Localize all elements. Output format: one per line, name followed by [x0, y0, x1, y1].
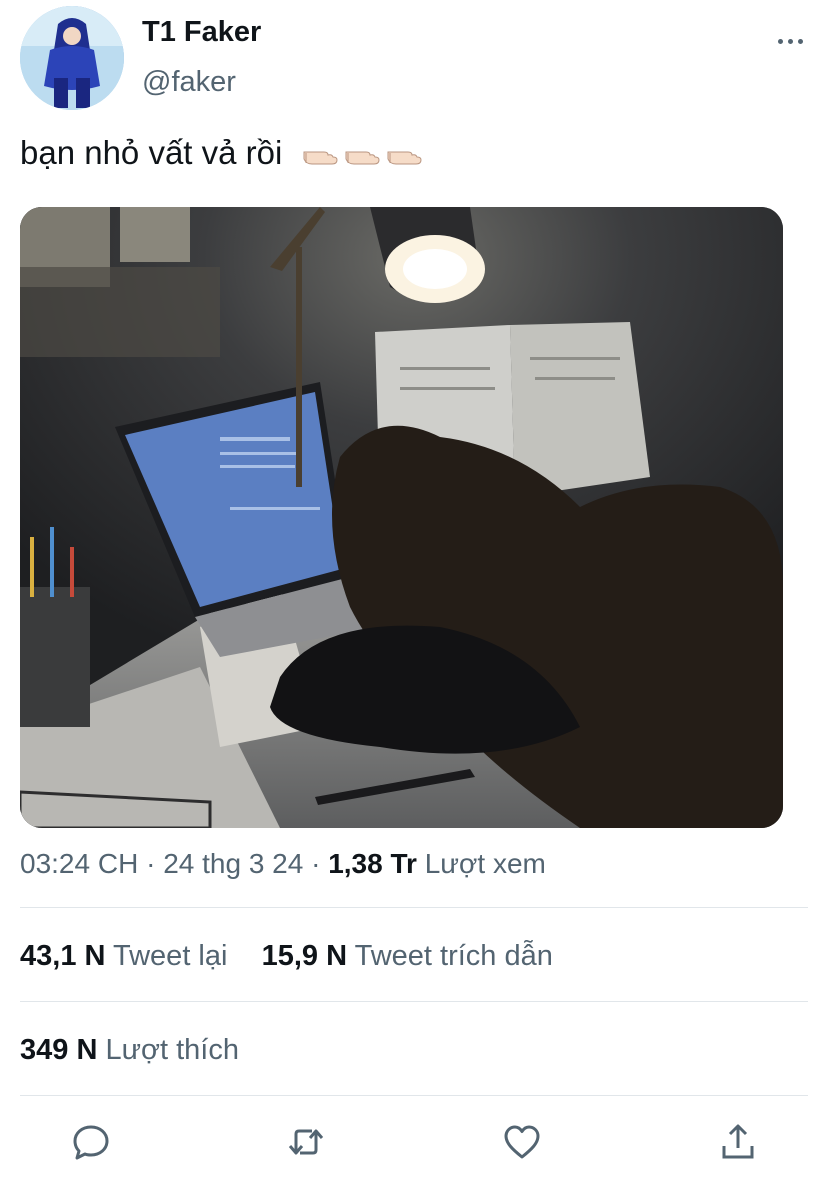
pointing-hand-emoji — [345, 151, 380, 165]
likes-stat[interactable]: 349 N Lượt thích — [20, 1034, 239, 1067]
tweet-meta: 03:24 CH · 24 thg 3 24 · 1,38 Tr Lượt xe… — [20, 848, 546, 880]
author-handle[interactable]: @faker — [142, 66, 236, 99]
divider — [20, 907, 808, 908]
divider — [20, 1001, 808, 1002]
likes-label: Lượt thích — [105, 1034, 239, 1066]
retweet-icon — [288, 1129, 324, 1155]
share-button[interactable] — [716, 1120, 760, 1164]
retweet-button[interactable] — [284, 1120, 328, 1164]
tweet-text-container: bạn nhỏ vất vả rồi — [20, 134, 424, 172]
quotes-stat[interactable]: 15,9 N Tweet trích dẫn — [262, 940, 553, 972]
tweet-header: T1 Faker @faker — [20, 6, 810, 114]
likes-count: 349 N — [20, 1034, 98, 1066]
meta-separator: · — [146, 848, 156, 879]
quotes-label: Tweet trích dẫn — [354, 940, 553, 972]
pointing-hand-emoji — [303, 151, 338, 165]
pointing-hand-emoji — [387, 151, 422, 165]
views-count: 1,38 Tr — [328, 848, 417, 879]
share-icon — [722, 1124, 754, 1159]
retweets-stat[interactable]: 43,1 N Tweet lại — [20, 940, 236, 972]
author-display-name[interactable]: T1 Faker — [142, 16, 261, 49]
retweet-quote-stats: 43,1 N Tweet lại 15,9 N Tweet trích dẫn — [20, 940, 553, 973]
reply-icon — [73, 1125, 109, 1160]
more-options-icon[interactable] — [770, 26, 810, 56]
divider — [20, 1095, 808, 1096]
emoji-group — [302, 144, 424, 166]
like-button[interactable] — [500, 1120, 544, 1164]
reply-button[interactable] — [69, 1120, 113, 1164]
views-label: Lượt xem — [424, 848, 546, 879]
retweets-label: Tweet lại — [113, 940, 228, 972]
tweet-date[interactable]: 24 thg 3 24 — [163, 848, 303, 879]
tweet-photo[interactable] — [20, 207, 783, 828]
quotes-count: 15,9 N — [261, 940, 348, 972]
tweet-text: bạn nhỏ vất vả rồi — [20, 134, 283, 171]
like-icon — [504, 1125, 540, 1159]
tweet-time: 03:24 CH — [20, 848, 139, 879]
retweets-count: 43,1 N — [20, 940, 106, 972]
tweet-actions-bar — [0, 1120, 828, 1170]
meta-separator: · — [311, 848, 321, 879]
avatar[interactable] — [20, 6, 124, 110]
